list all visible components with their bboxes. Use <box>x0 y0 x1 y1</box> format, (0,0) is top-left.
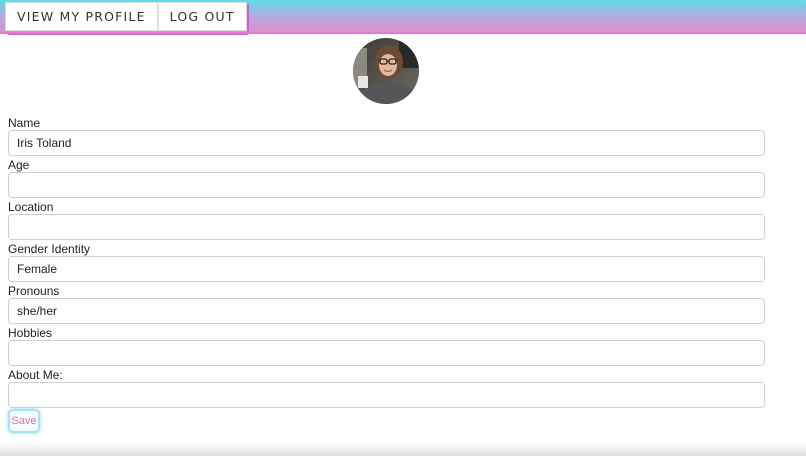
location-field-group: Location <box>8 200 765 240</box>
avatar-photo <box>353 38 419 104</box>
hobbies-field-group: Hobbies <box>8 326 765 366</box>
gender-identity-label: Gender Identity <box>8 242 91 256</box>
gender-identity-field-group: Gender Identity <box>8 242 765 282</box>
save-button[interactable]: Save <box>8 409 40 433</box>
bottom-shadow <box>0 442 806 456</box>
profile-form: Name Age Location Gender Identity Pronou… <box>8 116 765 410</box>
age-field-group: Age <box>8 158 765 198</box>
age-input[interactable] <box>8 172 765 198</box>
name-input[interactable] <box>8 130 765 156</box>
about-me-label: About Me: <box>8 368 63 382</box>
pronouns-field-group: Pronouns <box>8 284 765 324</box>
top-nav-bar: VIEW MY PROFILE LOG OUT <box>0 0 806 34</box>
location-label: Location <box>8 200 54 214</box>
hobbies-input[interactable] <box>8 340 765 366</box>
view-profile-button[interactable]: VIEW MY PROFILE <box>5 2 158 31</box>
pronouns-input[interactable] <box>8 298 765 324</box>
name-label: Name <box>8 116 41 130</box>
pronouns-label: Pronouns <box>8 284 60 298</box>
location-input[interactable] <box>8 214 765 240</box>
logout-button[interactable]: LOG OUT <box>157 2 247 31</box>
hobbies-label: Hobbies <box>8 326 53 340</box>
nav-button-group: VIEW MY PROFILE LOG OUT <box>5 2 247 33</box>
gender-identity-input[interactable] <box>8 256 765 282</box>
age-label: Age <box>8 158 30 172</box>
about-me-input[interactable] <box>8 382 765 408</box>
name-field-group: Name <box>8 116 765 156</box>
about-me-field-group: About Me: <box>8 368 765 408</box>
profile-avatar <box>353 38 419 104</box>
